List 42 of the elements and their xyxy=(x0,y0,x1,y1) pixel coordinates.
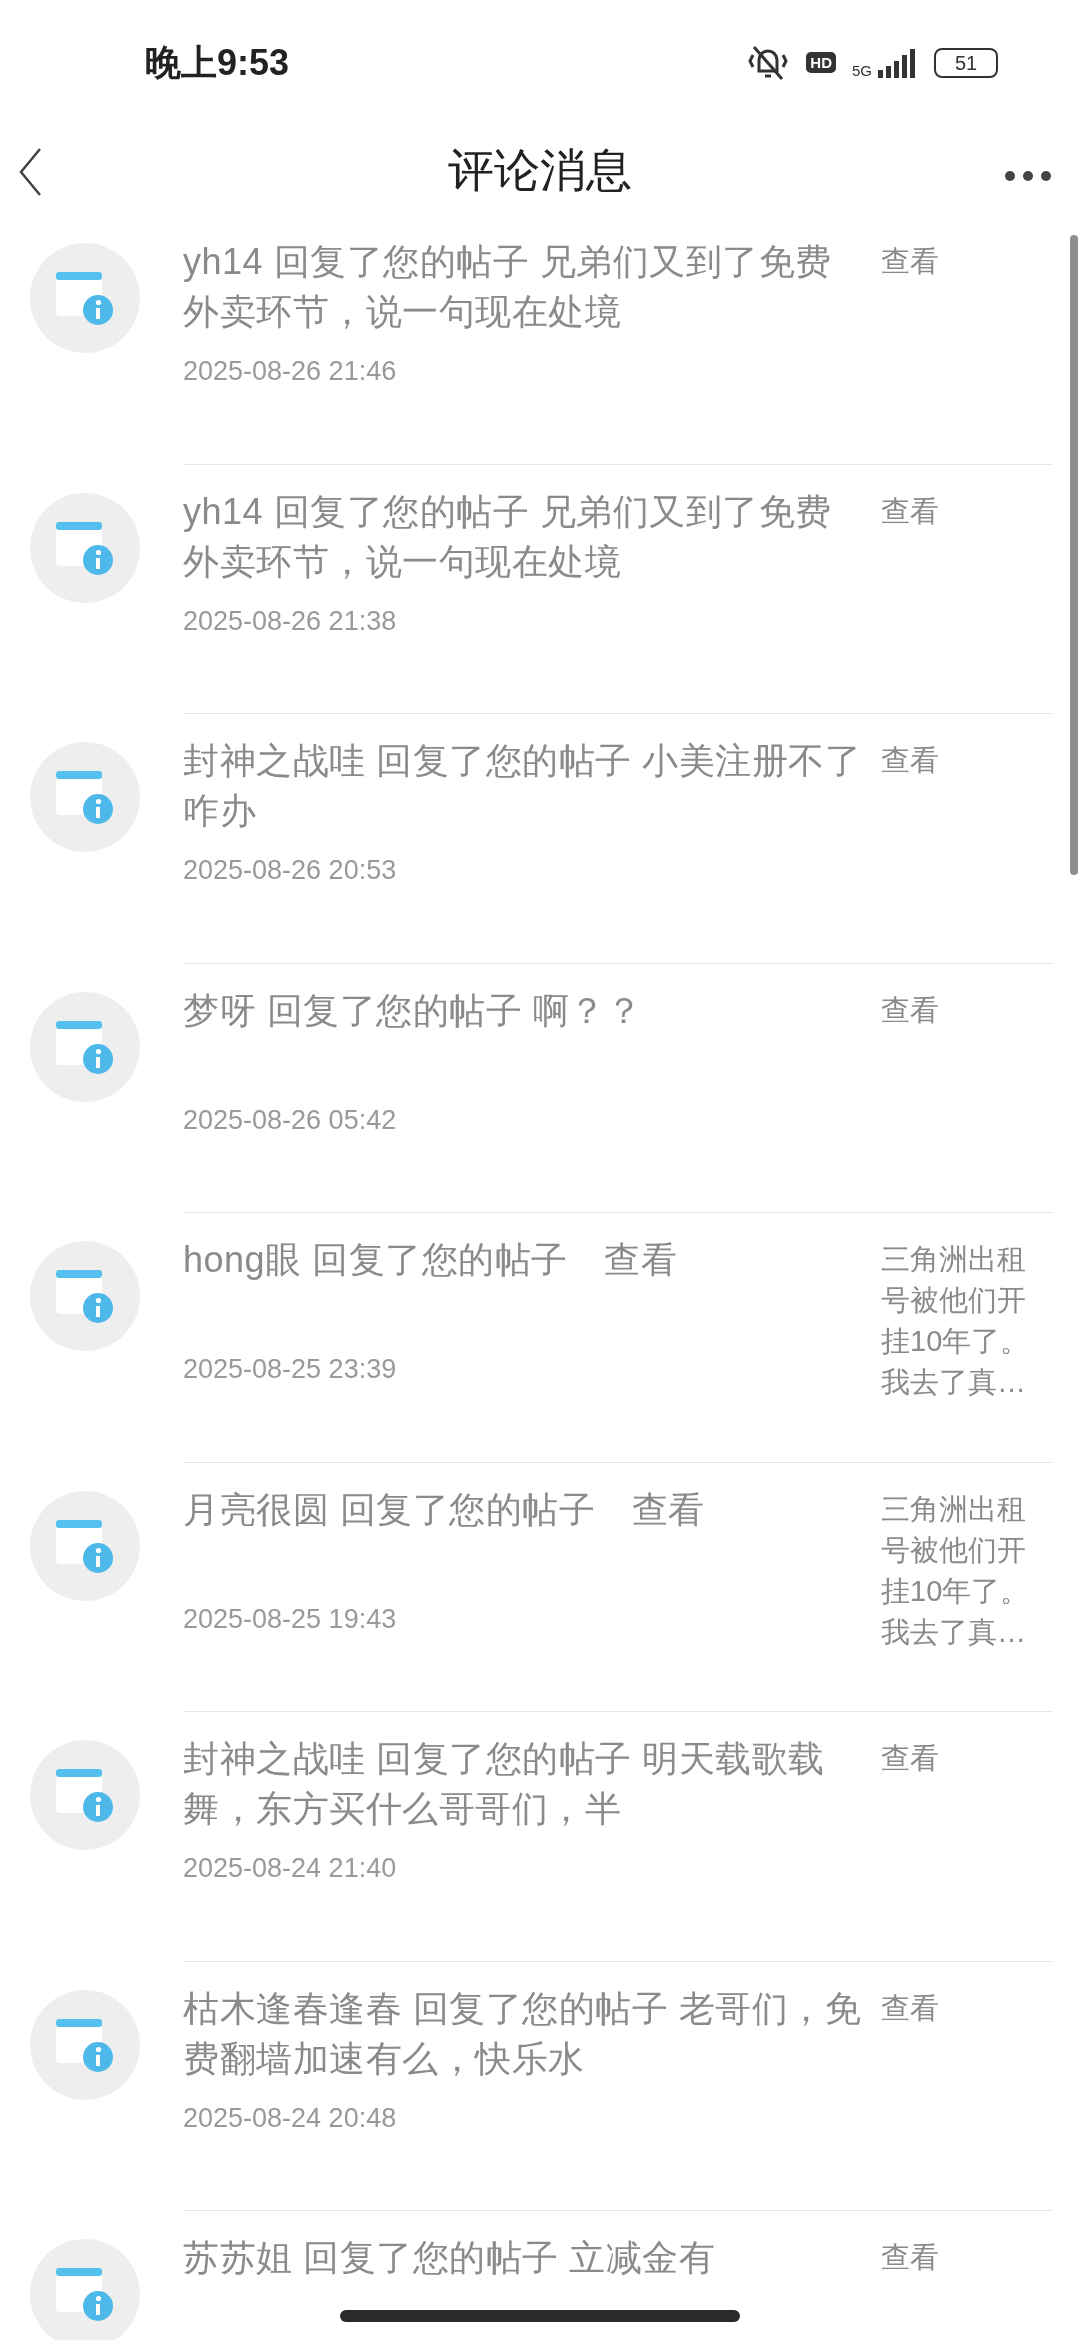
message-text[interactable]: 梦呀 回复了您的帖子 啊？？ xyxy=(183,985,863,1086)
hd-badge: HD xyxy=(806,52,836,73)
message-text[interactable]: 苏苏姐 回复了您的帖子 立减金有 xyxy=(183,2233,863,2333)
message-preview[interactable]: 三角洲出租号被他们开挂10年了。我去了真… xyxy=(881,1484,1043,1711)
message-text[interactable]: yh14 回复了您的帖子 兄弟们又到了免费外卖环节，说一句现在处境 xyxy=(183,486,863,587)
message-date: 2025-08-24 20:48 xyxy=(183,2101,398,2135)
page-title: 评论消息 xyxy=(448,142,632,198)
message-text[interactable]: 封神之战哇 回复了您的帖子 明天载歌载舞，东方买什么哥哥们，半 xyxy=(183,1734,863,1834)
info-window-icon xyxy=(54,2016,116,2073)
message-text[interactable]: hong眼 回复了您的帖子 查看 xyxy=(183,1235,863,1335)
message-preview[interactable]: 查看 xyxy=(881,237,1043,464)
message-preview[interactable]: 三角洲出租号被他们开挂10年了。我去了真… xyxy=(881,1235,1043,1462)
message-text[interactable]: 封神之战哇 回复了您的帖子 小美注册不了咋办 xyxy=(183,736,863,836)
info-window-icon xyxy=(54,769,116,825)
info-window-icon xyxy=(54,2266,116,2322)
message-date: 2025-08-26 20:53 xyxy=(183,854,398,887)
message-preview[interactable]: 查看 xyxy=(881,2233,1043,2340)
signal-icon xyxy=(876,47,918,78)
message-date: 2025-08-25 19:43 xyxy=(183,1602,398,1636)
info-window-icon xyxy=(54,1517,116,1574)
message-date: 2025-08-24 21:40 xyxy=(183,1852,398,1885)
message-date: 2025-08-26 21:38 xyxy=(183,604,398,638)
info-window-icon xyxy=(54,1767,116,1823)
message-text[interactable]: 枯木逢春逢春 回复了您的帖子 老哥们，免费翻墙加速有么，快乐水 xyxy=(183,1983,863,2084)
status-time: 晚上9:53 xyxy=(145,40,290,85)
info-window-icon xyxy=(54,519,116,576)
message-preview[interactable]: 查看 xyxy=(881,985,1043,1212)
message-date: 2025-08-26 21:46 xyxy=(183,355,398,388)
back-button[interactable] xyxy=(18,147,42,197)
message-preview[interactable]: 查看 xyxy=(881,486,1043,713)
info-window-icon xyxy=(54,1268,116,1324)
message-text[interactable]: 月亮很圆 回复了您的帖子 查看 xyxy=(183,1484,863,1585)
message-preview[interactable]: 查看 xyxy=(881,736,1043,963)
message-text[interactable]: yh14 回复了您的帖子 兄弟们又到了免费外卖环节，说一句现在处境 xyxy=(183,237,863,337)
info-window-icon xyxy=(54,1018,116,1075)
message-preview[interactable]: 查看 xyxy=(881,1983,1043,2210)
message-date: 2025-08-25 23:39 xyxy=(183,1353,398,1386)
message-preview[interactable]: 查看 xyxy=(881,1734,1043,1961)
info-window-icon xyxy=(54,270,116,326)
network-label: 5G xyxy=(852,62,872,78)
message-date: 2025-08-26 05:42 xyxy=(183,1103,398,1137)
battery-indicator: 51 xyxy=(934,47,998,78)
